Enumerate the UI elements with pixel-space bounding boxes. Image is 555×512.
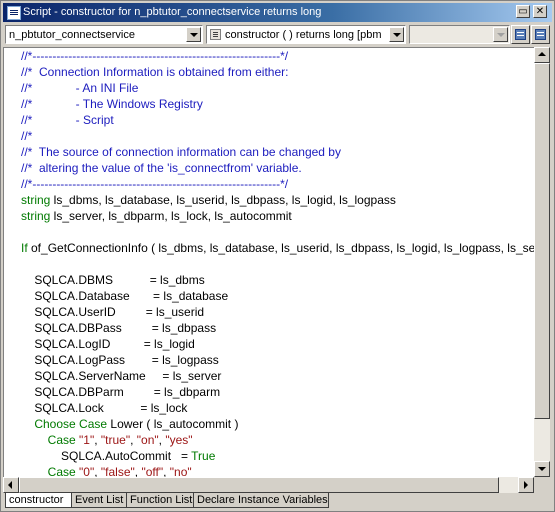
horizontal-scroll-thumb[interactable] (19, 477, 499, 493)
code-line[interactable]: Choose Case Lower ( ls_autocommit ) (21, 416, 238, 432)
code-token: string (21, 209, 51, 223)
code-token: //* The source of connection information… (21, 145, 341, 159)
code-line[interactable]: SQLCA.Lock = ls_lock (21, 400, 187, 416)
code-token: string (21, 193, 51, 207)
code-token: Choose Case (34, 417, 108, 431)
scroll-down-icon[interactable] (534, 461, 550, 477)
code-area[interactable]: //*-------------------------------------… (4, 48, 535, 478)
code-token: SQLCA.Lock = ls_lock (21, 401, 188, 415)
code-line[interactable]: SQLCA.DBPass = ls_dbpass (21, 320, 216, 336)
code-token: //* Connection Information is obtained f… (21, 65, 289, 79)
close-button[interactable]: ✕ (533, 5, 547, 18)
function-select-value: constructor ( ) returns long [pbm (225, 29, 382, 41)
scrollbar-corner (534, 477, 550, 493)
code-token: SQLCA.Database = ls_database (21, 289, 229, 303)
title-bar[interactable]: Script - constructor for n_pbtutor_conne… (3, 3, 552, 22)
function-select-dropdown-icon[interactable] (389, 27, 404, 42)
code-token: If (21, 241, 28, 255)
code-token: SQLCA.UserID = ls_userid (21, 305, 205, 319)
code-token: ls_dbms, ls_database, ls_userid, ls_dbpa… (50, 193, 396, 207)
object-select-dropdown-icon[interactable] (186, 27, 201, 42)
code-token: //* - The Windows Registry (21, 97, 203, 111)
code-token: //* altering the value of the 'is_connec… (21, 161, 302, 175)
horizontal-scrollbar[interactable] (3, 477, 534, 493)
code-token: Case (47, 433, 76, 447)
code-token: //* - An INI File (21, 81, 139, 95)
code-token: , (94, 433, 101, 447)
code-line[interactable]: //* The source of connection information… (21, 144, 341, 160)
code-token: "on" (136, 433, 159, 447)
code-token: //* - Script (21, 113, 114, 127)
ancestor-select[interactable] (409, 25, 510, 44)
code-line[interactable]: string ls_dbms, ls_database, ls_userid, … (21, 192, 396, 208)
object-select[interactable]: n_pbtutor_connectservice (5, 25, 203, 44)
view-list-button[interactable] (511, 25, 530, 44)
scroll-up-icon[interactable] (534, 47, 550, 63)
code-token: SQLCA.LogPass = ls_logpass (21, 353, 219, 367)
code-token: SQLCA.DBMS = ls_dbms (21, 273, 205, 287)
tab-function-list[interactable]: Function List (126, 493, 194, 508)
view-tile-button[interactable] (531, 25, 550, 44)
code-token: SQLCA.ServerName = ls_server (21, 369, 222, 383)
code-line[interactable]: Case "1", "true", "on", "yes" (21, 432, 193, 448)
script-window: Script - constructor for n_pbtutor_conne… (0, 0, 555, 512)
code-line[interactable]: //* (21, 128, 32, 144)
object-select-value: n_pbtutor_connectservice (9, 29, 135, 41)
code-token: of_GetConnectionInfo ( ls_dbms, ls_datab… (31, 241, 535, 255)
code-line[interactable]: SQLCA.DBMS = ls_dbms (21, 272, 205, 288)
tab-event-list[interactable]: Event List (71, 493, 127, 508)
code-token: //*-------------------------------------… (21, 177, 289, 191)
code-line[interactable]: If of_GetConnectionInfo ( ls_dbms, ls_da… (21, 240, 535, 256)
vertical-scroll-thumb[interactable] (534, 63, 550, 419)
code-line[interactable]: //* - Script (21, 112, 114, 128)
code-token: "true" (100, 433, 131, 447)
code-token: True (191, 449, 216, 463)
code-line[interactable]: SQLCA.AutoCommit = True (21, 448, 215, 464)
code-line[interactable]: SQLCA.LogID = ls_logid (21, 336, 195, 352)
restore-button[interactable]: ▭ (516, 5, 530, 18)
vertical-scrollbar[interactable] (534, 47, 550, 477)
scroll-right-icon[interactable] (518, 477, 534, 493)
code-line[interactable]: //* Connection Information is obtained f… (21, 64, 288, 80)
code-line[interactable]: //*-------------------------------------… (21, 48, 288, 64)
window-title: Script - constructor for n_pbtutor_conne… (23, 6, 322, 18)
code-line[interactable]: string ls_server, ls_dbparm, ls_lock, ls… (21, 208, 292, 224)
code-token: //*-------------------------------------… (21, 49, 289, 63)
function-select[interactable]: constructor ( ) returns long [pbm (206, 25, 406, 44)
code-line[interactable]: //* altering the value of the 'is_connec… (21, 160, 302, 176)
code-line[interactable]: Case "0", "false", "off", "no" (21, 464, 192, 478)
function-icon (210, 29, 221, 40)
code-token: Lower ( ls_autocommit ) (107, 417, 239, 431)
code-line[interactable]: SQLCA.UserID = ls_userid (21, 304, 204, 320)
code-token: //* (21, 129, 33, 143)
code-line[interactable]: SQLCA.Database = ls_database (21, 288, 228, 304)
script-editor[interactable]: //*-------------------------------------… (3, 47, 535, 478)
code-token: SQLCA.AutoCommit = (21, 449, 192, 463)
tab-constructor[interactable]: constructor (5, 493, 72, 508)
code-line[interactable]: SQLCA.DBParm = ls_dbparm (21, 384, 220, 400)
code-token: SQLCA.LogID = ls_logid (21, 337, 195, 351)
code-line[interactable]: //*-------------------------------------… (21, 176, 288, 192)
script-icon (7, 6, 21, 20)
code-token: ls_server, ls_dbparm, ls_lock, ls_autoco… (50, 209, 292, 223)
script-tabs: constructor Event List Function List Declar… (3, 493, 552, 509)
code-token: SQLCA.DBPass = ls_dbpass (21, 321, 217, 335)
ancestor-select-dropdown-icon (493, 27, 508, 42)
code-token: SQLCA.DBParm = ls_dbparm (21, 385, 221, 399)
code-line[interactable]: //* - An INI File (21, 80, 138, 96)
tab-declare-instance-variables[interactable]: Declare Instance Variables (193, 493, 329, 508)
script-toolbar: n_pbtutor_connectservice constructor ( )… (3, 24, 552, 46)
code-token: "yes" (165, 433, 193, 447)
code-line[interactable]: //* - The Windows Registry (21, 96, 203, 112)
code-line[interactable]: SQLCA.LogPass = ls_logpass (21, 352, 219, 368)
code-token: "1" (79, 433, 95, 447)
scroll-left-icon[interactable] (3, 477, 19, 493)
code-token: , (130, 433, 137, 447)
code-line[interactable]: SQLCA.ServerName = ls_server (21, 368, 221, 384)
